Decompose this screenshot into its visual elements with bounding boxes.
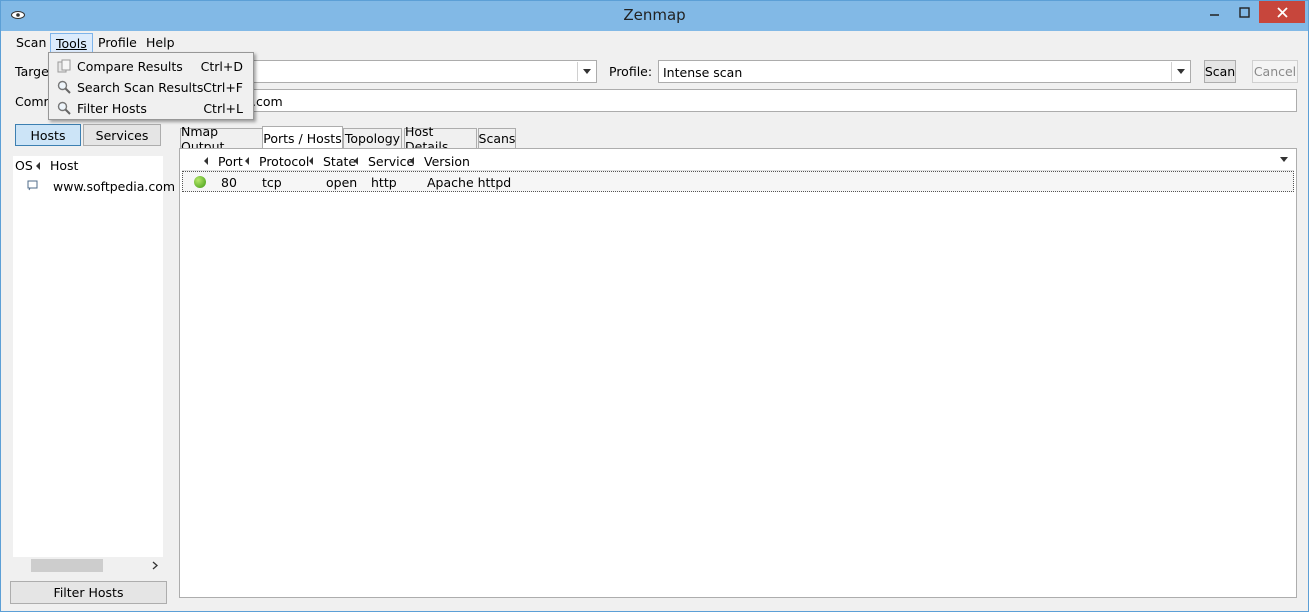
menu-item-filter-hosts[interactable]: Filter Hosts Ctrl+L [51,98,251,118]
sort-arrow-icon [309,157,313,165]
minimize-icon [1210,14,1219,16]
os-unknown-icon [27,180,38,191]
scan-button[interactable]: Scan [1204,60,1236,83]
col-port-header[interactable]: Port [218,154,243,169]
menu-item-compare-results[interactable]: Compare Results Ctrl+D [51,56,251,76]
menu-item-label: Compare Results [77,59,183,74]
status-open-icon [194,176,206,188]
compare-icon [57,59,71,73]
services-toggle-button[interactable]: Services [83,124,161,146]
menu-scan[interactable]: Scan [11,33,51,53]
tab-nmap-output[interactable]: Nmap Output [180,124,263,154]
profile-label: Profile: [609,64,653,79]
cell-version: Apache httpd [427,175,512,190]
tab-ports-hosts[interactable]: Ports / Hosts [262,126,343,150]
host-list-header: OS Host [13,156,163,174]
sort-arrow-icon [245,157,249,165]
window-title: Zenmap [623,6,686,24]
tab-topology[interactable]: Topology [343,128,402,149]
maximize-button[interactable] [1230,1,1258,23]
filter-hosts-button[interactable]: Filter Hosts [10,581,167,604]
close-icon [1276,6,1288,18]
sort-arrow-icon [36,162,40,170]
menu-item-shortcut: Ctrl+L [203,101,243,116]
maximize-icon [1238,6,1250,18]
close-button[interactable] [1259,1,1305,23]
filter-icon [57,101,71,115]
host-row[interactable]: www.softpedia.com [13,176,175,196]
column-menu-icon[interactable] [1280,157,1288,162]
col-protocol-header[interactable]: Protocol [259,154,309,169]
scroll-right-icon[interactable] [152,561,158,570]
chevron-down-icon [582,69,591,74]
profile-dropdown-button[interactable] [1171,62,1189,81]
tools-menu-dropdown: Compare Results Ctrl+D Search Scan Resul… [48,52,254,120]
col-service-header[interactable]: Service [368,154,414,169]
menu-tools[interactable]: Tools [50,33,93,53]
menu-tools-label: Tools [56,36,87,51]
scrollbar-thumb[interactable] [31,559,103,572]
cell-protocol: tcp [262,175,282,190]
menu-item-shortcut: Ctrl+F [203,80,243,95]
menu-item-label: Filter Hosts [77,101,147,116]
search-icon [57,80,71,94]
host-list-scrollbar[interactable] [13,557,163,574]
menu-bar: Scan Tools Profile Help [9,31,1302,53]
profile-combo[interactable]: Intense scan [658,60,1191,83]
menu-item-search-scan-results[interactable]: Search Scan Results Ctrl+F [51,77,251,97]
sort-arrow-icon [354,157,358,165]
command-field[interactable]: .com [249,89,1297,112]
menu-profile[interactable]: Profile [93,33,142,53]
ports-table-header: Port Protocol State Service Version [182,151,1294,171]
cell-port: 80 [221,175,237,190]
sort-arrow-icon [204,157,208,165]
cell-state: open [326,175,358,190]
cell-service: http [371,175,397,190]
menu-item-label: Search Scan Results [77,80,204,95]
table-row[interactable]: 80 tcp open http Apache httpd [182,171,1294,192]
title-bar[interactable]: Zenmap [1,1,1308,31]
chevron-down-icon [1176,69,1185,74]
target-combo[interactable] [249,60,597,83]
command-value: .com [252,94,283,109]
tab-host-details[interactable]: Host Details [404,124,477,154]
host-name: www.softpedia.com [53,179,176,194]
hosts-toggle-button[interactable]: Hosts [15,124,81,146]
cancel-button[interactable]: Cancel [1252,60,1298,83]
menu-help[interactable]: Help [141,33,180,53]
target-dropdown-button[interactable] [577,62,595,81]
tab-scans[interactable]: Scans [478,128,516,149]
menu-item-shortcut: Ctrl+D [200,59,243,74]
host-list: OS Host www.softpedia.com [13,156,175,572]
col-state-header[interactable]: State [323,154,356,169]
col-os-header[interactable]: OS [15,158,33,173]
col-host-header[interactable]: Host [50,158,78,173]
sort-arrow-icon [410,157,414,165]
minimize-button[interactable] [1201,1,1229,23]
col-version-header[interactable]: Version [424,154,470,169]
profile-value: Intense scan [663,65,743,80]
ports-hosts-pane: Port Protocol State Service Version 80 t… [179,148,1297,598]
